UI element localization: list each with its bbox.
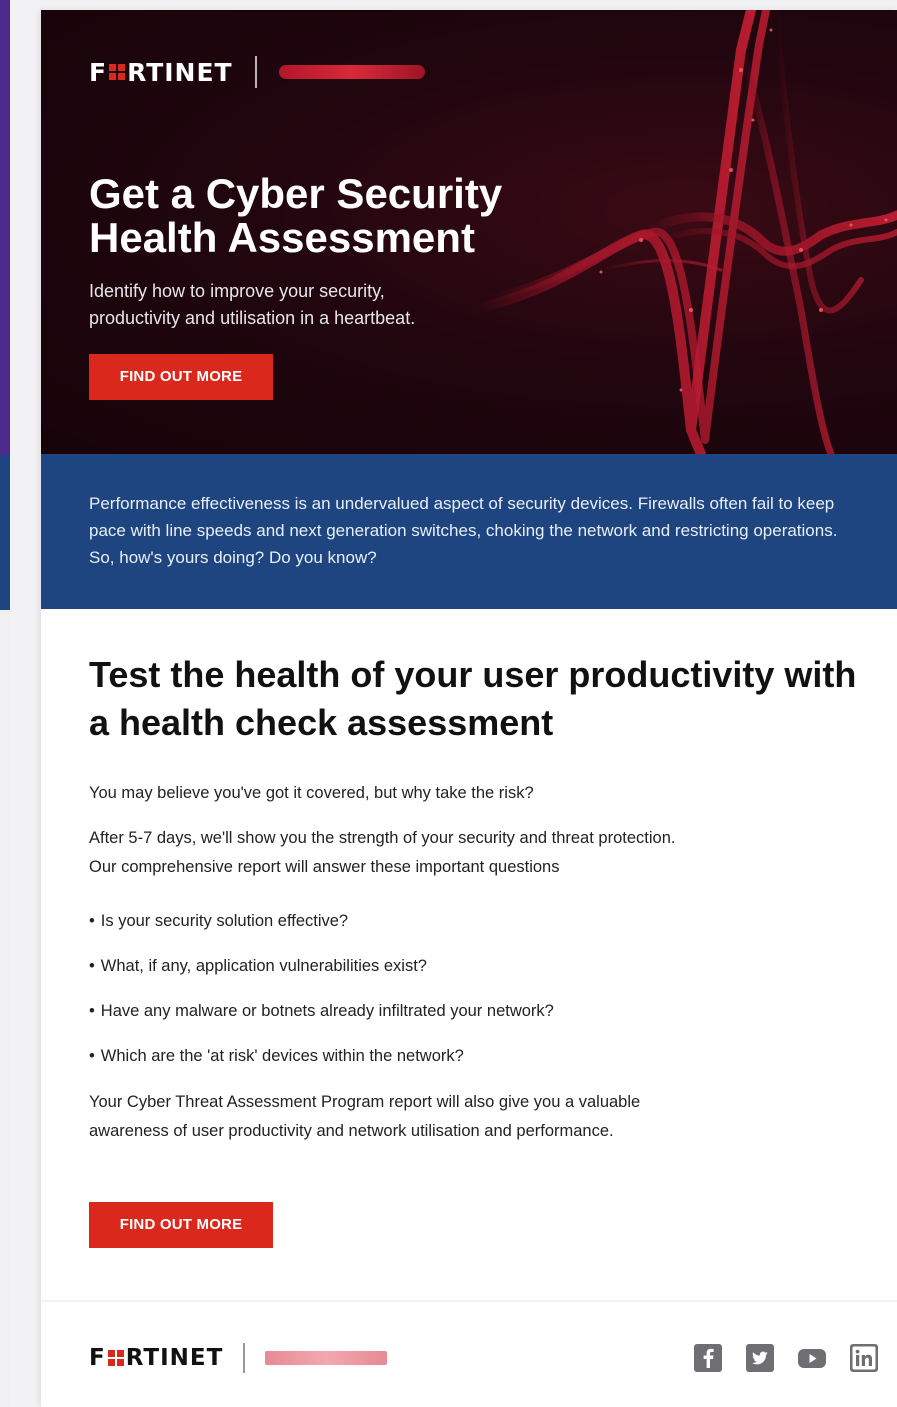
hero-logo-row: F RTINET <box>89 56 425 88</box>
background-page-strip <box>0 0 10 1407</box>
details-line1: After 5-7 days, we'll show you the stren… <box>89 829 676 847</box>
section-heading: Test the health of your user productivit… <box>89 654 857 743</box>
email-card: F RTINET Get a Cyber Security Health Ass… <box>41 10 897 1407</box>
footer-logo-tag-bar <box>265 1351 388 1365</box>
closing-line1: Your Cyber Threat Assessment Program rep… <box>89 1093 641 1111</box>
closing-line2: awareness of user productivity and netwo… <box>89 1122 614 1140</box>
hero-title: Get a Cyber Security Health Assessment <box>89 172 569 260</box>
fortinet-logo: F RTINET <box>89 57 233 87</box>
list-item: • Is your security solution effective? <box>89 912 349 930</box>
logo-grid-icon <box>109 64 126 80</box>
hero-subtitle-line2: productivity and utilisation in a heartb… <box>89 308 416 328</box>
youtube-icon[interactable] <box>797 1343 827 1373</box>
logo-grid-icon <box>107 1350 124 1366</box>
background-strip-purple <box>0 0 10 455</box>
list-item: • Have any malware or botnets already inf… <box>89 1002 554 1020</box>
background-strip-navy <box>0 455 10 610</box>
intro-band-text: Performance effectiveness is an underval… <box>89 494 838 567</box>
twitter-icon[interactable] <box>745 1343 775 1373</box>
logo-tag-bar <box>278 65 425 79</box>
hero-banner: F RTINET Get a Cyber Security Health Ass… <box>41 10 897 454</box>
footer-fortinet-logo[interactable]: F RTINET <box>89 1345 223 1371</box>
hero-title-line1: Get a Cyber Security <box>89 170 503 217</box>
closing-paragraph: Your Cyber Threat Assessment Program rep… <box>89 1088 849 1146</box>
list-item: • Which are the 'at risk' devices within … <box>89 1047 464 1065</box>
linkedin-icon[interactable] <box>849 1343 879 1373</box>
intro-paragraph: You may believe you've got it covered, b… <box>89 784 534 802</box>
social-links <box>693 1343 879 1373</box>
footer-logo-divider <box>243 1343 246 1373</box>
hero-subtitle: Identify how to improve your security, p… <box>89 278 529 332</box>
hero-subtitle-line1: Identify how to improve your security, <box>89 281 385 301</box>
details-line2: Our comprehensive report will answer the… <box>89 858 560 876</box>
body-find-out-more-button[interactable]: FIND OUT MORE <box>89 1202 273 1248</box>
footer-divider <box>41 1300 897 1302</box>
facebook-icon[interactable] <box>693 1343 723 1373</box>
details-paragraph: After 5-7 days, we'll show you the stren… <box>89 824 849 882</box>
hero-title-line2: Health Assessment <box>89 214 475 261</box>
main-content: Test the health of your user productivit… <box>41 609 897 1248</box>
email-footer: F RTINET <box>89 1341 879 1375</box>
questions-list: • Is your security solution effective? • W… <box>89 908 849 1070</box>
hero-find-out-more-button[interactable]: FIND OUT MORE <box>89 354 273 400</box>
intro-band: Performance effectiveness is an underval… <box>41 454 897 609</box>
logo-divider <box>254 56 257 88</box>
list-item: • What, if any, application vulnerabiliti… <box>89 957 427 975</box>
